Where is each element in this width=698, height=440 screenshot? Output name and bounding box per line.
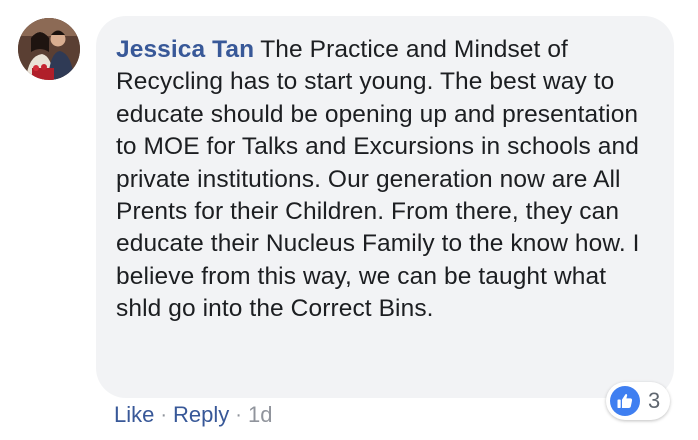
reply-link[interactable]: Reply [173, 402, 229, 428]
reaction-summary[interactable]: 3 [606, 382, 671, 420]
avatar[interactable] [18, 18, 80, 80]
comment-actions: Like · Reply · 1d [114, 402, 272, 428]
separator-dot: · [235, 403, 242, 426]
timestamp[interactable]: 1d [248, 402, 272, 428]
comment-text: The Practice and Mindset of Recycling ha… [116, 36, 640, 323]
thumbs-up-icon [610, 386, 640, 416]
comment-body: Jessica Tan The Practice and Mindset of R… [116, 34, 650, 326]
reaction-count: 3 [648, 388, 661, 413]
like-link[interactable]: Like [114, 402, 154, 428]
comment-bubble: Jessica Tan The Practice and Mindset of R… [96, 16, 674, 398]
separator-dot: · [160, 403, 168, 426]
comment-author[interactable]: Jessica Tan [116, 36, 254, 63]
